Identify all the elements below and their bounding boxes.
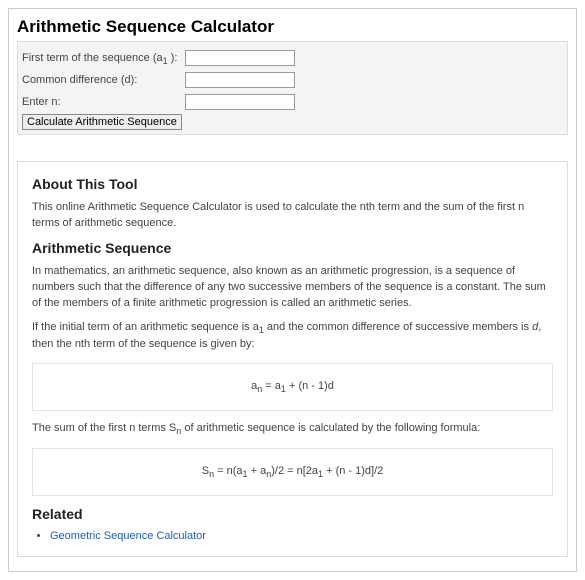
button-row: Calculate Arithmetic Sequence: [22, 114, 563, 130]
page-title: Arithmetic Sequence Calculator: [17, 17, 568, 37]
about-heading: About This Tool: [32, 176, 553, 192]
calculator-form: First term of the sequence (a1 ): Common…: [17, 41, 568, 135]
sequence-para-1: In mathematics, an arithmetic sequence, …: [32, 264, 553, 312]
formula-sum: Sn = n(a1 + an)/2 = n[2a1 + (n - 1)d]/2: [32, 448, 553, 496]
related-list: Geometric Sequence Calculator: [32, 530, 553, 542]
first-term-label: First term of the sequence (a1 ):: [22, 48, 182, 71]
related-link[interactable]: Geometric Sequence Calculator: [50, 530, 206, 542]
enter-n-label: Enter n:: [22, 92, 182, 112]
sequence-heading: Arithmetic Sequence: [32, 240, 553, 256]
common-diff-row: Common difference (d):: [22, 70, 563, 90]
n-input[interactable]: [185, 94, 295, 110]
common-diff-label: Common difference (d):: [22, 70, 182, 90]
sum-line: The sum of the first n terms Sn of arith…: [32, 421, 553, 438]
about-intro: This online Arithmetic Sequence Calculat…: [32, 200, 553, 232]
first-term-row: First term of the sequence (a1 ):: [22, 48, 563, 68]
related-heading: Related: [32, 506, 553, 522]
formula-nth-term: an = a1 + (n - 1)d: [32, 363, 553, 411]
first-term-input[interactable]: [185, 50, 295, 66]
list-item: Geometric Sequence Calculator: [50, 530, 553, 542]
calculate-button[interactable]: Calculate Arithmetic Sequence: [22, 114, 182, 130]
enter-n-row: Enter n:: [22, 92, 563, 112]
content-box: About This Tool This online Arithmetic S…: [17, 161, 568, 557]
page-container: Arithmetic Sequence Calculator First ter…: [8, 8, 577, 572]
sequence-para-2: If the initial term of an arithmetic seq…: [32, 320, 553, 353]
common-diff-input[interactable]: [185, 72, 295, 88]
